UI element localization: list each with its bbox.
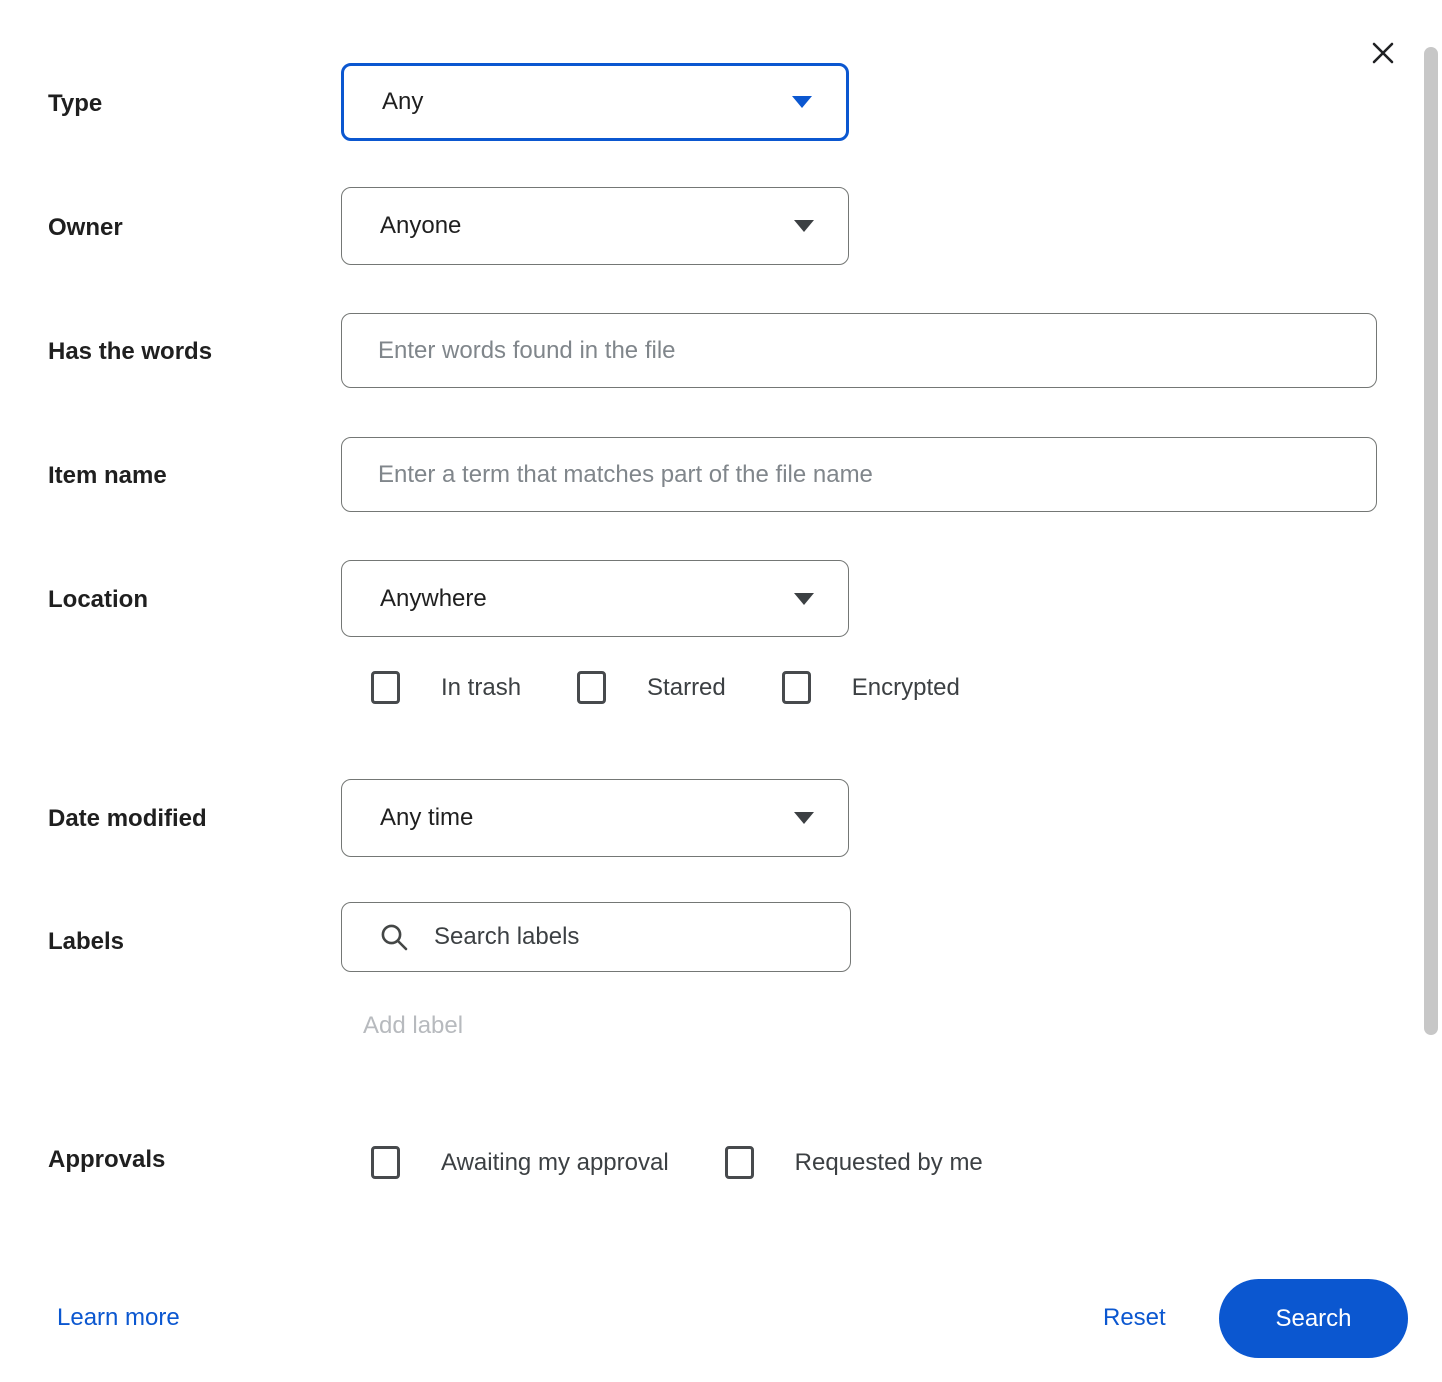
labels-search-input[interactable] xyxy=(432,922,830,952)
has-words-label: Has the words xyxy=(48,338,213,365)
chevron-down-icon xyxy=(794,812,814,824)
awaiting-my-approval-option[interactable]: Awaiting my approval xyxy=(371,1146,669,1179)
starred-option[interactable]: Starred xyxy=(577,671,726,704)
chevron-down-icon xyxy=(794,592,814,605)
starred-checkbox[interactable] xyxy=(577,671,607,704)
owner-select[interactable]: Anyone xyxy=(341,187,849,265)
owner-select-value: Anyone xyxy=(380,212,462,239)
item-name-input[interactable] xyxy=(341,437,1377,512)
reset-button[interactable]: Reset xyxy=(1103,1303,1166,1333)
encrypted-option[interactable]: Encrypted xyxy=(781,671,960,704)
search-icon xyxy=(381,924,408,951)
labels-label: Labels xyxy=(48,928,125,955)
encrypted-checkbox[interactable] xyxy=(781,671,811,704)
type-label: Type xyxy=(48,90,103,117)
type-select-value: Any xyxy=(382,88,424,115)
owner-label: Owner xyxy=(48,214,123,241)
has-words-input[interactable] xyxy=(341,313,1377,388)
close-button[interactable] xyxy=(1360,30,1406,76)
approvals-options: Awaiting my approval Requested by me xyxy=(371,1146,983,1179)
awaiting-my-approval-checkbox[interactable] xyxy=(371,1146,400,1179)
in-trash-option[interactable]: In trash xyxy=(371,671,521,704)
date-modified-select[interactable]: Any time xyxy=(341,779,849,857)
search-button[interactable]: Search xyxy=(1219,1279,1408,1358)
learn-more-link[interactable]: Learn more xyxy=(57,1303,180,1333)
encrypted-label: Encrypted xyxy=(851,673,960,701)
requested-by-me-checkbox[interactable] xyxy=(724,1146,754,1179)
item-name-label: Item name xyxy=(48,462,167,489)
close-icon xyxy=(1372,42,1394,64)
type-select[interactable]: Any xyxy=(341,63,849,141)
scrollbar-thumb[interactable] xyxy=(1424,47,1438,1035)
date-modified-label: Date modified xyxy=(48,805,207,832)
date-modified-select-value: Any time xyxy=(380,804,474,831)
labels-search-box xyxy=(341,902,851,972)
in-trash-label: In trash xyxy=(441,673,522,701)
location-filter-options: In trash Starred Encrypted xyxy=(371,671,960,704)
requested-by-me-label: Requested by me xyxy=(794,1148,983,1176)
approvals-label: Approvals xyxy=(48,1146,166,1173)
awaiting-my-approval-label: Awaiting my approval xyxy=(441,1148,669,1176)
location-select[interactable]: Anywhere xyxy=(341,560,849,637)
add-label-text: Add label xyxy=(363,1012,464,1039)
starred-label: Starred xyxy=(647,673,726,701)
location-label: Location xyxy=(48,586,148,613)
chevron-down-icon xyxy=(794,220,814,232)
in-trash-checkbox[interactable] xyxy=(371,671,400,704)
advanced-search-dialog: Type Any Owner Anyone Has the words Item… xyxy=(0,0,1442,1382)
chevron-down-icon xyxy=(792,96,812,108)
requested-by-me-option[interactable]: Requested by me xyxy=(724,1146,983,1179)
location-select-value: Anywhere xyxy=(380,584,487,612)
